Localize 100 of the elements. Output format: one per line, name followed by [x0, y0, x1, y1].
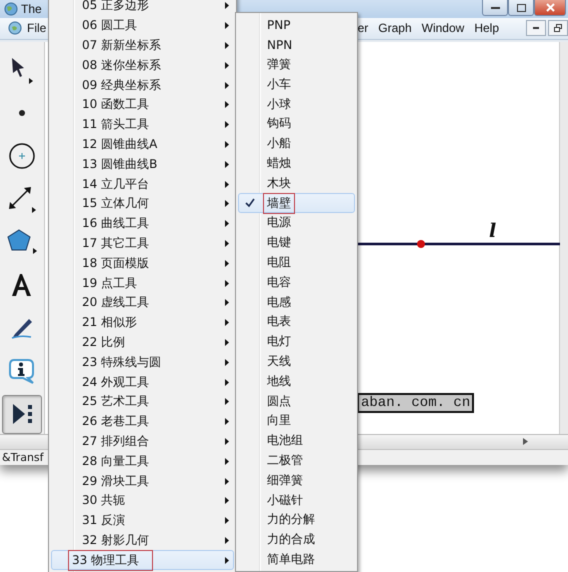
checkmark-icon [245, 198, 255, 208]
menu-item[interactable]: 弹簧 [238, 54, 355, 74]
submenu-arrow-icon [225, 378, 229, 386]
menu-item[interactable]: 12 圆锥曲线A [51, 134, 234, 154]
submenu-arrow-icon [225, 260, 229, 267]
submenu-arrow-icon [225, 497, 229, 504]
menu-item[interactable]: 13 圆锥曲线B [51, 154, 234, 174]
restore-icon [554, 24, 562, 32]
menu-item[interactable]: 向里 [238, 410, 355, 431]
menu-item[interactable]: 23 特殊线与圆 [51, 352, 234, 372]
menu-item[interactable]: PNP [238, 15, 355, 35]
menu-item[interactable]: 09 经典坐标系 [51, 75, 234, 95]
close-button[interactable] [534, 0, 566, 16]
line-segment-icon [7, 185, 37, 214]
menu-item[interactable]: 17 其它工具 [51, 234, 234, 254]
menu-item[interactable]: 墙壁 [238, 193, 355, 213]
menu-item[interactable]: 30 共轭 [51, 490, 234, 511]
menu-item[interactable]: 力的分解 [238, 510, 355, 530]
pen-icon [9, 316, 35, 340]
restore-button[interactable] [548, 20, 568, 36]
menu-item[interactable]: er [356, 21, 374, 36]
vertical-scrollbar[interactable] [559, 42, 568, 434]
menu-item[interactable]: Window [416, 21, 470, 36]
close-icon [546, 3, 554, 12]
menu-item[interactable]: 20 虚线工具 [51, 292, 234, 313]
menu-item[interactable]: 05 正多边形 [51, 0, 234, 16]
menu-item[interactable]: 电容 [238, 272, 355, 292]
menu-item[interactable]: 电阻 [238, 252, 355, 272]
menu-item[interactable]: 26 老巷工具 [51, 412, 234, 432]
menu-item[interactable]: 14 立几平台 [51, 174, 234, 194]
menu-item[interactable]: 小车 [238, 74, 355, 94]
menu-item[interactable]: 29 滑块工具 [51, 471, 234, 491]
menu-item[interactable]: 电感 [238, 292, 355, 312]
text-box: aban. com. cn [357, 392, 474, 413]
submenu-arrow-icon [225, 62, 229, 69]
menu-item[interactable]: 22 比例 [51, 332, 234, 352]
menu-item[interactable]: 31 反演 [51, 510, 234, 531]
submenu-arrow-icon [225, 478, 229, 485]
menu-item[interactable]: 钩码 [238, 114, 355, 134]
submenu-arrow-icon [225, 180, 229, 188]
info-icon [8, 357, 36, 386]
menu-item[interactable]: 15 立体几何 [51, 194, 234, 214]
document-icon [8, 21, 22, 36]
submenu-arrow-icon [225, 140, 229, 148]
menu-item[interactable]: 电池组 [238, 430, 355, 451]
menu-item[interactable]: 27 排列组合 [51, 432, 234, 452]
menu-item[interactable]: 电源 [238, 212, 355, 233]
menu-item[interactable]: 32 射影几何 [51, 530, 234, 550]
menu-item[interactable]: 19 点工具 [51, 273, 234, 293]
menu-item[interactable]: 电表 [238, 312, 355, 332]
circle-icon [8, 142, 36, 170]
menu-item[interactable]: 力的合成 [238, 530, 355, 550]
menu-item[interactable]: 圆点 [238, 391, 355, 411]
menu-item[interactable]: 小船 [238, 134, 355, 154]
menu-item[interactable]: Help [469, 21, 504, 36]
menu-item[interactable]: 二极管 [238, 450, 355, 470]
menu-item[interactable]: 小球 [238, 94, 355, 114]
menu-item[interactable]: 28 向量工具 [51, 451, 234, 472]
submenu-arrow-icon [225, 240, 229, 247]
submenu-arrow-icon [225, 22, 229, 30]
menu-item[interactable]: 蜡烛 [238, 154, 355, 174]
submenu-arrow-icon [225, 398, 229, 406]
minimize-button[interactable] [482, 0, 508, 16]
submenu-arrow-icon [225, 160, 229, 168]
menu-item[interactable]: 电灯 [238, 332, 355, 352]
globe-icon [4, 2, 18, 16]
menu-item[interactable]: 21 相似形 [51, 312, 234, 333]
menu-item[interactable]: 24 外观工具 [51, 372, 234, 392]
menu-item[interactable]: 地线 [238, 371, 355, 392]
minimize-button[interactable] [526, 20, 546, 36]
menu-item[interactable]: 08 迷你坐标系 [51, 55, 234, 76]
submenu-arrow-icon [225, 536, 229, 544]
menu-item[interactable]: 18 页面模版 [51, 253, 234, 274]
menu-item[interactable]: 细弹簧 [238, 470, 355, 490]
menu-item[interactable]: 电键 [238, 232, 355, 253]
maximize-button[interactable] [508, 0, 534, 16]
minimize-icon [533, 27, 539, 30]
submenu-arrow-icon [225, 220, 229, 228]
menu-item[interactable]: 10 函数工具 [51, 94, 234, 115]
menu-item[interactable]: 小磁针 [238, 490, 355, 510]
submenu-arrow-icon [225, 358, 229, 366]
status-text: &Transf [2, 451, 44, 464]
menu-item[interactable]: 天线 [238, 352, 355, 372]
menu-item[interactable]: 木块 [238, 173, 355, 194]
menu-item[interactable]: 33 物理工具 [51, 550, 234, 570]
submenu-arrow-icon [225, 319, 229, 326]
menu-item[interactable]: 简单电路 [238, 550, 355, 570]
submenu-arrow-icon [225, 438, 229, 445]
scroll-right-icon [523, 438, 528, 446]
tool-button[interactable] [2, 394, 42, 434]
menu-item[interactable]: 16 曲线工具 [51, 214, 234, 234]
menu-item[interactable]: NPN [238, 34, 355, 55]
submenu-arrow-icon [225, 280, 229, 287]
menu-item[interactable]: 07 新新坐标系 [51, 36, 234, 56]
menu-item[interactable]: 11 箭头工具 [51, 114, 234, 135]
submenu-arrow-icon [225, 101, 229, 108]
submenu-arrow-icon [225, 82, 229, 89]
menu-item[interactable]: 25 艺术工具 [51, 392, 234, 412]
menu-item[interactable]: Graph [373, 21, 417, 36]
submenu-arrow-icon [225, 200, 229, 208]
